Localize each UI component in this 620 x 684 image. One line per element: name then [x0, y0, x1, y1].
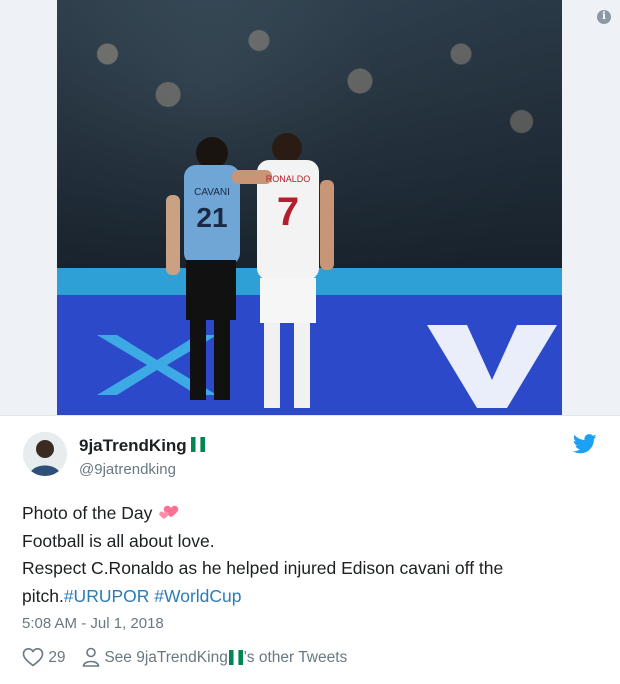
user-handle[interactable]: @9jatrendking — [79, 461, 176, 478]
tweet-line-4: pitch.#URUPOR #WorldCup — [22, 583, 602, 611]
tweet-line-4-text: pitch. — [22, 585, 64, 606]
like-count: 29 — [48, 649, 66, 667]
nigeria-flag-icon — [228, 649, 243, 665]
other-tweets-suffix[interactable]: 's other Tweets — [244, 649, 347, 666]
tweet-line-1-text: Photo of the Day — [22, 503, 153, 523]
tweet-photo[interactable]: CAVANI 21 RONALDO 7 — [57, 0, 562, 415]
other-tweets-prefix[interactable]: See 9jaTrendKing — [104, 649, 228, 666]
tweet-line-1: Photo of the Day — [22, 500, 602, 528]
tweet-line-2: Football is all about love. — [22, 530, 215, 551]
like-button[interactable]: 29 — [22, 647, 66, 668]
info-icon[interactable]: i — [597, 10, 611, 24]
jersey-right-name: RONALDO — [266, 174, 311, 184]
board-v-logo — [427, 325, 557, 408]
heart-outline-icon — [22, 647, 44, 667]
avatar-image — [23, 432, 67, 476]
person-outline-icon — [82, 647, 100, 667]
jersey-left-number: 21 — [196, 202, 227, 233]
tweet-line-3: Respect C.Ronaldo as he helped injured E… — [22, 558, 504, 578]
display-name[interactable]: 9jaTrendKing — [79, 436, 205, 456]
tweet-timestamp[interactable]: 5:08 AM - Jul 1, 2018 — [22, 615, 164, 632]
jersey-right-number: 7 — [277, 190, 299, 234]
twitter-bird-icon[interactable] — [573, 434, 597, 454]
media-divider — [0, 415, 620, 416]
two-hearts-emoji-icon — [159, 506, 179, 520]
jersey-left-name: CAVANI — [194, 187, 230, 198]
nigeria-flag-icon — [190, 437, 205, 453]
hashtag-worldcup[interactable]: #WorldCup — [154, 586, 241, 606]
avatar[interactable] — [23, 432, 67, 476]
tweet-text: Photo of the Day Football is all about l… — [22, 500, 602, 610]
hashtag-urupor[interactable]: #URUPOR — [64, 586, 150, 606]
player-portugal: RONALDO 7 — [232, 133, 334, 408]
display-name-text[interactable]: 9jaTrendKing — [79, 436, 187, 455]
other-tweets-link[interactable]: See 9jaTrendKing 's other Tweets — [82, 647, 347, 668]
